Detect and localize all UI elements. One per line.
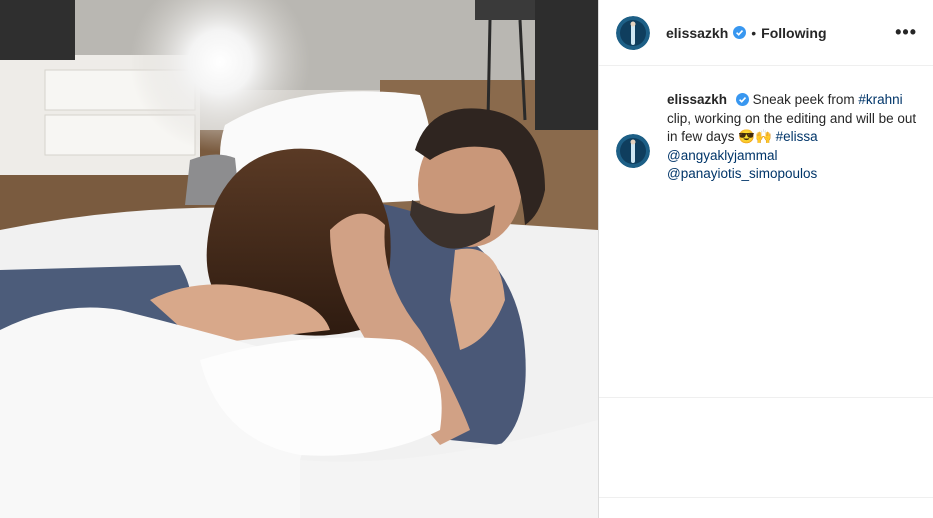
more-options-icon[interactable]: •••	[895, 22, 917, 43]
username-link[interactable]: elissazkh	[666, 25, 728, 41]
post-header: elissazkh • Following •••	[599, 0, 933, 66]
mention-panayiotis-simopoulos[interactable]: @panayiotis_simopoulos	[667, 166, 817, 181]
avatar[interactable]	[616, 15, 650, 50]
caption-avatar[interactable]	[616, 134, 650, 168]
caption-verified-icon	[735, 93, 749, 106]
separator-dot: •	[751, 24, 757, 41]
verified-badge-icon	[733, 26, 747, 39]
following-button[interactable]: Following	[761, 25, 826, 41]
photo-artwork	[0, 0, 598, 518]
hashtag-krahni[interactable]: #krahni	[858, 92, 902, 107]
divider	[599, 397, 933, 398]
caption-row: elissazkh Sneak peek from #krahni clip, …	[599, 66, 933, 184]
divider-bottom	[599, 497, 933, 498]
mention-angyaklyjammal[interactable]: @angyaklyjammal	[667, 148, 778, 163]
post-photo[interactable]	[0, 0, 598, 518]
caption-text-pre: Sneak peek from	[752, 92, 859, 107]
hashtag-elissa[interactable]: #elissa	[776, 129, 818, 144]
caption-username[interactable]: elissazkh	[667, 92, 727, 107]
post-sidebar: elissazkh • Following ••• elissazkh Snea…	[598, 0, 933, 518]
caption-text: elissazkh Sneak peek from #krahni clip, …	[667, 91, 917, 184]
